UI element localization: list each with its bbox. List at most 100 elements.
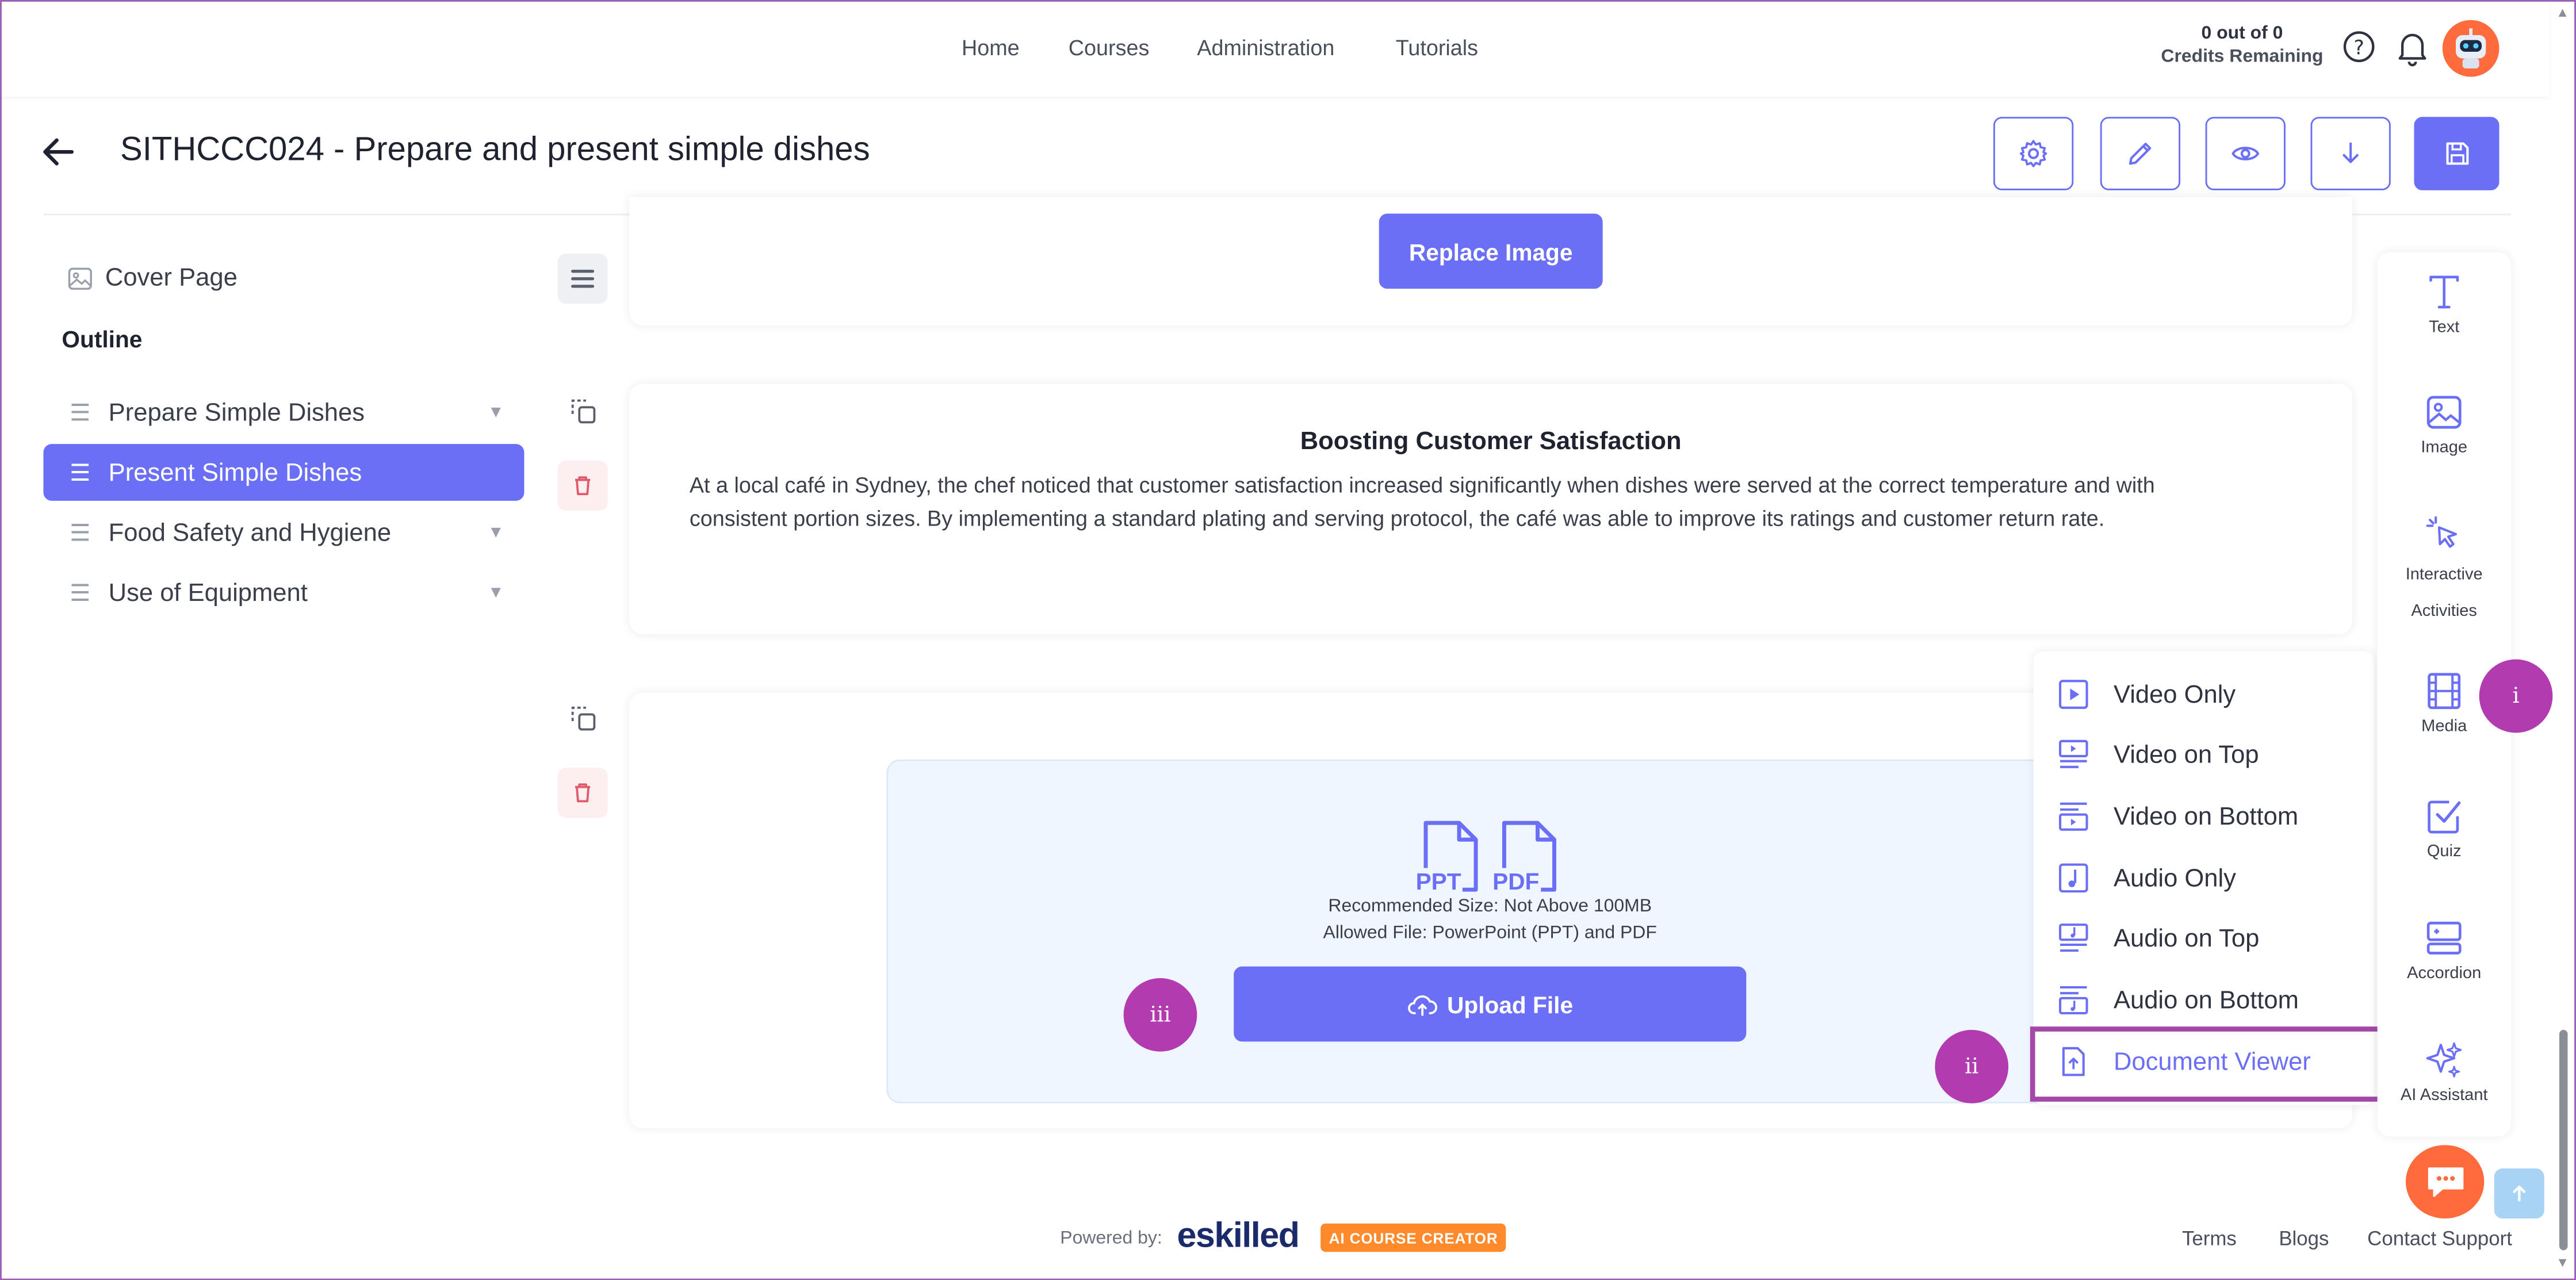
menu-item-audio-only[interactable]: Audio Only (2057, 856, 2236, 899)
credits-label: Credits Remaining (2161, 47, 2324, 67)
sidebar-item-label: Present Simple Dishes (108, 458, 362, 487)
eskilled-logo: eskilled (1177, 1217, 1300, 1255)
edit-button[interactable] (2100, 117, 2181, 190)
copy-icon (571, 399, 596, 424)
chevron-down-icon[interactable]: ▼ (488, 523, 504, 542)
page-title: SITHCCC024 - Prepare and present simple … (120, 132, 870, 169)
app-window: Home Courses Administration Tutorials 0 … (0, 0, 2576, 1280)
nav-courses[interactable]: Courses (1069, 35, 1150, 60)
bell-icon[interactable] (2396, 30, 2429, 75)
gear-icon (2019, 140, 2047, 167)
menu-item-video-only[interactable]: Video Only (2057, 673, 2236, 716)
avatar[interactable] (2442, 20, 2500, 77)
eye-icon (2231, 147, 2260, 160)
cloud-upload-icon (1407, 994, 1437, 1015)
outline-heading: Outline (62, 325, 143, 352)
music-note-icon (2059, 863, 2088, 893)
settings-button[interactable] (1993, 117, 2074, 190)
text-block-body: At a local café in Sydney, the chef noti… (689, 472, 2155, 531)
ppt-label: PPT (1414, 868, 1463, 895)
pdf-label: PDF (1491, 868, 1541, 895)
top-navbar: Home Courses Administration Tutorials 0 … (0, 0, 2550, 97)
credits-count: 0 out of 0 (2201, 23, 2283, 44)
text-content-block[interactable]: Boosting Customer Satisfaction At a loca… (629, 384, 2353, 635)
audio-top-icon (2059, 923, 2088, 952)
sidebar-item-label: Prepare Simple Dishes (108, 398, 365, 427)
drag-lines-icon: ☰ (70, 398, 91, 425)
duplicate-block-button[interactable] (558, 693, 608, 743)
image-icon (2426, 396, 2462, 429)
back-arrow-icon[interactable] (40, 133, 77, 178)
pencil-icon (2129, 143, 2152, 165)
preview-button[interactable] (2205, 117, 2286, 190)
chevron-down-icon[interactable]: ▼ (488, 584, 504, 602)
footer-link-blogs[interactable]: Blogs (2279, 1227, 2329, 1251)
svg-text:?: ? (2353, 36, 2364, 59)
download-button[interactable] (2310, 117, 2391, 190)
menu-lines-button[interactable] (557, 254, 608, 304)
tool-text[interactable]: Text (2378, 272, 2511, 337)
replace-image-button[interactable]: Replace Image (1379, 213, 1603, 289)
menu-item-audio-on-bottom[interactable]: Audio on Bottom (2057, 978, 2299, 1021)
upload-file-button[interactable]: Upload File (1234, 966, 1747, 1042)
scroll-up-arrow-icon[interactable]: ▲ (2556, 5, 2569, 20)
tool-interactive-activities[interactable]: Interactive Activities (2378, 514, 2511, 631)
checkbox-icon (2428, 800, 2461, 834)
video-play-icon (2059, 680, 2088, 709)
sparkles-icon (2426, 1042, 2462, 1078)
annotation-badge-ii: ii (1935, 1030, 2009, 1103)
allowed-file-text: Allowed File: PowerPoint (PPT) and PDF (1323, 923, 1657, 944)
menu-item-video-on-bottom[interactable]: Video on Bottom (2057, 795, 2298, 838)
menu-item-video-on-top[interactable]: Video on Top (2057, 733, 2259, 776)
save-button[interactable] (2414, 117, 2500, 190)
tool-quiz[interactable]: Quiz (2378, 796, 2511, 861)
drag-lines-icon: ☰ (70, 518, 91, 545)
help-icon[interactable]: ? (2342, 30, 2376, 72)
text-icon (2429, 275, 2459, 309)
recommended-size-text: Recommended Size: Not Above 100MB (1328, 896, 1652, 917)
film-icon (2428, 673, 2461, 710)
tool-image[interactable]: Image (2378, 392, 2511, 457)
delete-block-button[interactable] (557, 461, 608, 511)
sidebar-item-prepare-simple-dishes[interactable]: ☰ Prepare Simple Dishes ▼ (43, 384, 524, 441)
delete-block-button[interactable] (557, 768, 608, 818)
tool-ai-assistant[interactable]: AI Assistant (2378, 1040, 2511, 1105)
sidebar-item-label: Food Safety and Hygiene (108, 518, 392, 547)
tool-accordion[interactable]: Accordion (2378, 918, 2511, 983)
sidebar-item-food-safety[interactable]: ☰ Food Safety and Hygiene ▼ (43, 504, 524, 561)
footer-link-terms[interactable]: Terms (2182, 1227, 2237, 1251)
cursor-click-icon (2426, 516, 2458, 548)
sidebar-cover-page[interactable]: Cover Page (105, 264, 238, 292)
trash-icon (575, 783, 591, 803)
nav-home[interactable]: Home (962, 35, 1020, 60)
copy-icon (571, 706, 596, 731)
sidebar-item-label: Use of Equipment (108, 578, 308, 607)
chat-bubble-icon (2427, 1167, 2463, 1197)
ai-course-creator-tag: AI COURSE CREATOR (1320, 1223, 1507, 1252)
annotation-badge-iii: iii (1123, 978, 1197, 1052)
video-top-icon (2059, 739, 2088, 768)
menu-item-document-viewer[interactable]: Document Viewer (2057, 1040, 2311, 1083)
sidebar-item-use-of-equipment[interactable]: ☰ Use of Equipment ▼ (43, 564, 524, 621)
accordion-icon (2426, 921, 2462, 955)
arrow-down-icon (2342, 142, 2359, 163)
video-bottom-icon (2059, 802, 2088, 831)
nav-tutorials[interactable]: Tutorials (1396, 35, 1478, 60)
chevron-down-icon[interactable]: ▼ (488, 403, 504, 421)
scrollbar-thumb[interactable] (2559, 1030, 2568, 1251)
floppy-icon (2445, 142, 2468, 165)
image-icon (67, 266, 93, 301)
annotation-badge-i: i (2479, 659, 2553, 733)
credits-box: 0 out of 0 Credits Remaining (2154, 24, 2331, 67)
nav-administration[interactable]: Administration (1197, 35, 1334, 60)
drag-lines-icon: ☰ (70, 578, 91, 605)
scroll-down-arrow-icon[interactable]: ▼ (2556, 1255, 2569, 1270)
duplicate-block-button[interactable] (558, 386, 608, 436)
sidebar-item-present-simple-dishes[interactable]: ☰ Present Simple Dishes (43, 444, 525, 501)
chat-button[interactable] (2405, 1145, 2485, 1219)
file-upload-icon (2062, 1047, 2085, 1076)
back-to-top-button[interactable] (2494, 1168, 2544, 1219)
drag-lines-icon: ☰ (70, 458, 91, 485)
menu-item-audio-on-top[interactable]: Audio on Top (2057, 917, 2259, 960)
footer-link-contact-support[interactable]: Contact Support (2367, 1227, 2512, 1251)
